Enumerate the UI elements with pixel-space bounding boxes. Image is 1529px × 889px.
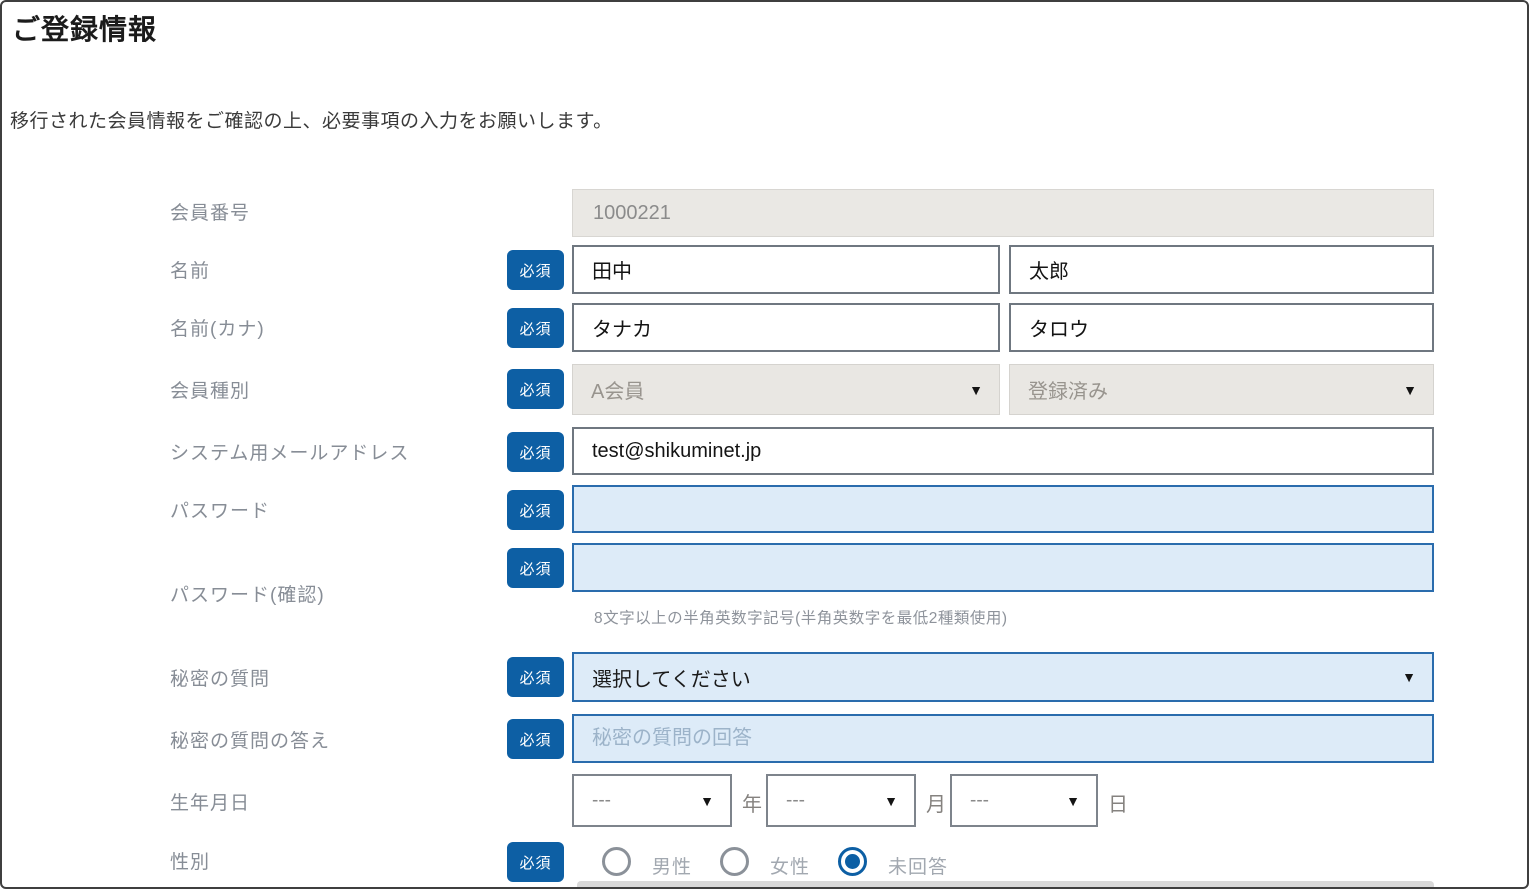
dropdown-arrow-icon: ▼ [700, 794, 730, 808]
secret-question-select[interactable]: 選択してください ▼ [572, 652, 1434, 702]
member-status-select[interactable]: 登録済み ▼ [1009, 364, 1434, 415]
birth-year-select[interactable]: --- ▼ [572, 774, 732, 827]
gender-radio-male-label: 男性 [652, 852, 692, 879]
password-field-wrap [572, 485, 1434, 533]
member-type-required-badge: 必須 [507, 369, 564, 409]
email-label: システム用メールアドレス [170, 438, 409, 465]
page-description: 移行された会員情報をご確認の上、必要事項の入力をお願いします。 [10, 106, 613, 133]
last-name-kana-input[interactable] [574, 305, 998, 350]
gender-label: 性別 [170, 847, 210, 874]
registration-form-page: ご登録情報 移行された会員情報をご確認の上、必要事項の入力をお願いします。 会員… [0, 0, 1529, 889]
name-label: 名前 [170, 256, 210, 283]
dropdown-arrow-icon: ▼ [884, 794, 914, 808]
last-name-kana-field-wrap [572, 303, 1000, 352]
password-confirm-required-badge: 必須 [507, 548, 564, 588]
birth-day-select[interactable]: --- ▼ [950, 774, 1098, 827]
page-title: ご登録情報 [12, 8, 157, 48]
gender-radio-noanswer-label: 未回答 [888, 852, 948, 879]
gender-radio-male[interactable] [602, 847, 631, 876]
dropdown-arrow-icon: ▼ [1403, 383, 1433, 397]
secret-answer-required-badge: 必須 [507, 719, 564, 759]
birthdate-label: 生年月日 [170, 788, 250, 815]
member-number-label: 会員番号 [170, 198, 250, 225]
birth-year-value: --- [574, 790, 611, 812]
password-label: パスワード [170, 496, 270, 523]
gender-radio-noanswer[interactable] [838, 847, 867, 876]
gender-radio-female-label: 女性 [770, 852, 810, 879]
member-number-value: 1000221 [573, 202, 671, 225]
year-suffix-label: 年 [742, 788, 763, 817]
birth-day-value: --- [952, 790, 989, 812]
password-confirm-label: パスワード(確認) [170, 580, 325, 607]
next-field-cutoff [577, 881, 1434, 889]
password-input[interactable] [574, 487, 1432, 531]
day-suffix-label: 日 [1108, 788, 1129, 817]
password-confirm-input[interactable] [574, 545, 1432, 590]
email-required-badge: 必須 [507, 432, 564, 472]
first-name-field-wrap [1009, 245, 1434, 294]
member-type-select[interactable]: A会員 ▼ [572, 364, 1000, 415]
name-kana-label: 名前(カナ) [170, 314, 265, 341]
member-type-selected-value: A会員 [573, 375, 644, 404]
password-required-badge: 必須 [507, 490, 564, 530]
dropdown-arrow-icon: ▼ [1402, 670, 1432, 684]
birth-month-value: --- [768, 790, 805, 812]
secret-answer-input[interactable] [574, 716, 1432, 761]
member-status-selected-value: 登録済み [1010, 375, 1108, 404]
secret-question-label: 秘密の質問 [170, 664, 270, 691]
last-name-field-wrap [572, 245, 1000, 294]
email-field-wrap [572, 427, 1434, 475]
secret-answer-label: 秘密の質問の答え [170, 726, 330, 753]
birth-month-select[interactable]: --- ▼ [766, 774, 916, 827]
month-suffix-label: 月 [926, 788, 947, 817]
last-name-input[interactable] [574, 247, 998, 292]
secret-question-required-badge: 必須 [507, 657, 564, 697]
password-hint: 8文字以上の半角英数字記号(半角英数字を最低2種類使用) [594, 606, 1008, 628]
first-name-kana-input[interactable] [1011, 305, 1432, 350]
secret-question-selected-value: 選択してください [574, 663, 751, 692]
email-input[interactable] [574, 429, 1432, 473]
dropdown-arrow-icon: ▼ [969, 383, 999, 397]
secret-answer-field-wrap [572, 714, 1434, 763]
name-kana-required-badge: 必須 [507, 308, 564, 348]
member-type-label: 会員種別 [170, 376, 250, 403]
first-name-input[interactable] [1011, 247, 1432, 292]
password-confirm-field-wrap [572, 543, 1434, 592]
member-number-field: 1000221 [572, 189, 1434, 237]
gender-radio-female[interactable] [720, 847, 749, 876]
name-required-badge: 必須 [507, 250, 564, 290]
first-name-kana-field-wrap [1009, 303, 1434, 352]
dropdown-arrow-icon: ▼ [1066, 794, 1096, 808]
gender-required-badge: 必須 [507, 842, 564, 882]
